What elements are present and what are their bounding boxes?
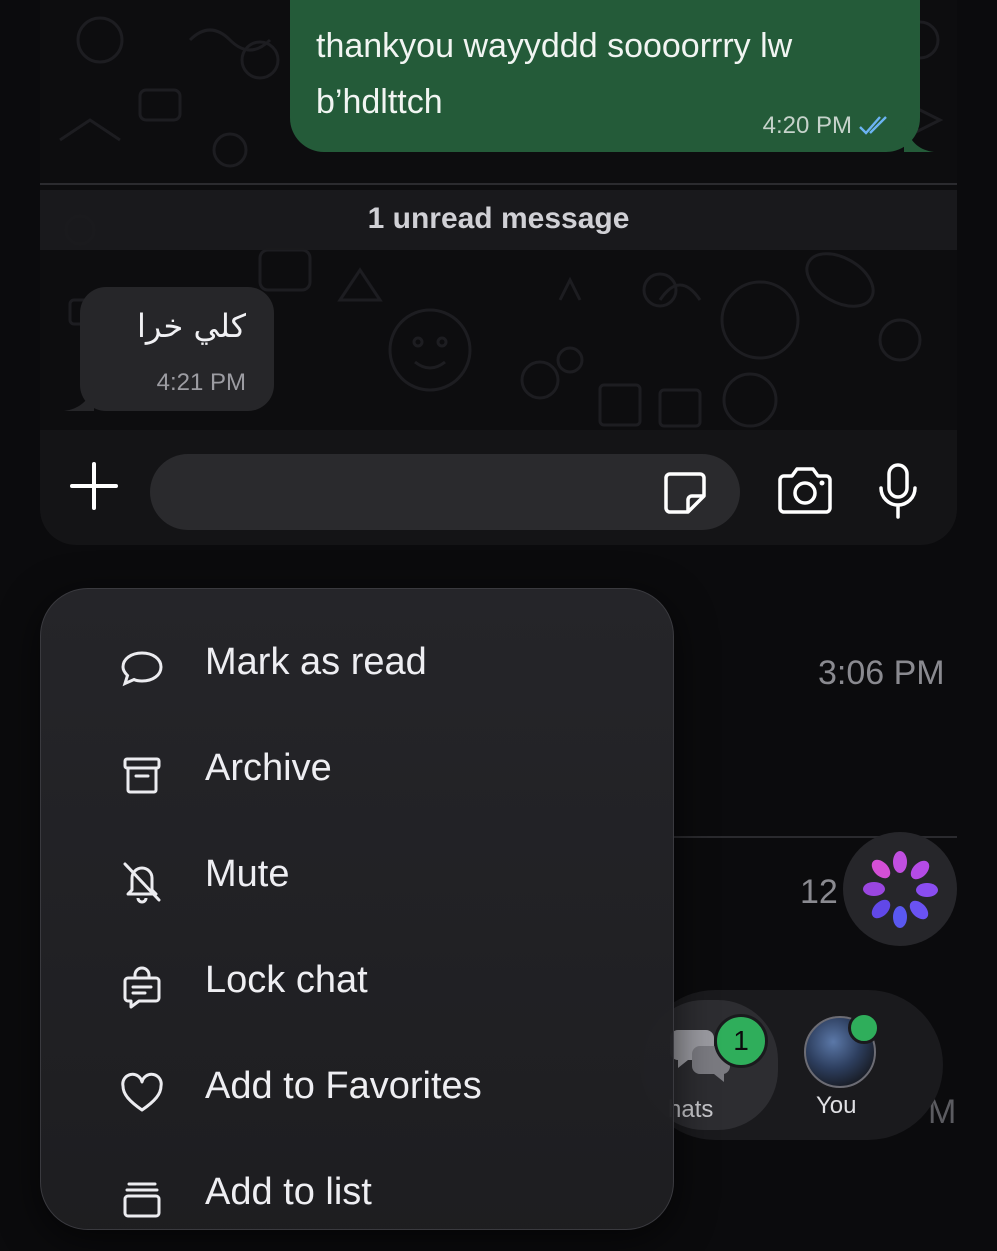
unread-badge: 1 <box>714 1014 768 1068</box>
tab-chats-label: hats <box>668 1096 714 1123</box>
unread-messages-banner: 1 unread message <box>40 190 957 250</box>
outgoing-message-bubble[interactable]: thankyou wayyddd soooorrry lw b’hdlttch … <box>290 0 934 152</box>
add-list-icon <box>123 1182 161 1218</box>
chat-list-time: 12 <box>800 873 838 911</box>
incoming-message-time: 4:21 PM <box>156 369 246 396</box>
camera-icon[interactable] <box>776 466 834 516</box>
chat-context-menu: Mark as read Archive Mute Lock chat Add … <box>40 588 674 1230</box>
message-input-bar <box>40 430 957 545</box>
menu-item-archive[interactable]: Archive <box>41 721 673 827</box>
bubble-tail <box>64 385 94 411</box>
status-dot <box>848 1012 880 1044</box>
tab-you[interactable]: You <box>798 1012 886 1134</box>
chat-list-time: 3:06 PM <box>818 654 945 692</box>
meta-ai-icon <box>863 851 938 928</box>
tab-you-label: You <box>816 1092 857 1119</box>
menu-item-label: Mark as read <box>205 641 427 683</box>
message-input[interactable] <box>150 454 740 530</box>
menu-item-label: Lock chat <box>205 959 368 1001</box>
menu-item-label: Add to Favorites <box>205 1065 482 1107</box>
meta-ai-button[interactable] <box>843 832 957 946</box>
incoming-message-text: كلي خرا <box>137 307 246 345</box>
menu-item-mute[interactable]: Mute <box>41 827 673 933</box>
menu-item-label: Archive <box>205 747 332 789</box>
menu-item-add-to-favorites[interactable]: Add to Favorites <box>41 1039 673 1145</box>
plus-icon[interactable] <box>68 460 120 512</box>
menu-item-label: Mute <box>205 853 290 895</box>
bubble-tail <box>904 122 934 152</box>
sticker-icon[interactable] <box>662 470 708 516</box>
double-check-read-icon <box>859 116 887 135</box>
heart-icon <box>121 1072 163 1112</box>
outgoing-message-time: 4:20 PM <box>762 112 852 139</box>
microphone-icon[interactable] <box>876 462 920 520</box>
menu-item-mark-as-read[interactable]: Mark as read <box>41 615 673 721</box>
bell-off-icon <box>123 862 161 904</box>
menu-item-lock-chat[interactable]: Lock chat <box>41 933 673 1039</box>
incoming-message-bubble[interactable]: كلي خرا 4:21 PM <box>64 287 274 411</box>
unread-divider <box>40 183 957 185</box>
menu-item-add-to-list[interactable]: Add to list <box>41 1145 673 1251</box>
chat-bubble-icon <box>121 651 163 687</box>
chat-preview-card: thankyou wayyddd soooorrry lw b’hdlttch … <box>40 0 957 545</box>
lock-chat-icon <box>123 966 161 1009</box>
outgoing-message-meta: 4:20 PM <box>763 112 890 140</box>
bottom-tab-bar: hats 1 You <box>640 990 943 1140</box>
archive-box-icon <box>123 757 161 794</box>
menu-item-label: Add to list <box>205 1171 372 1213</box>
